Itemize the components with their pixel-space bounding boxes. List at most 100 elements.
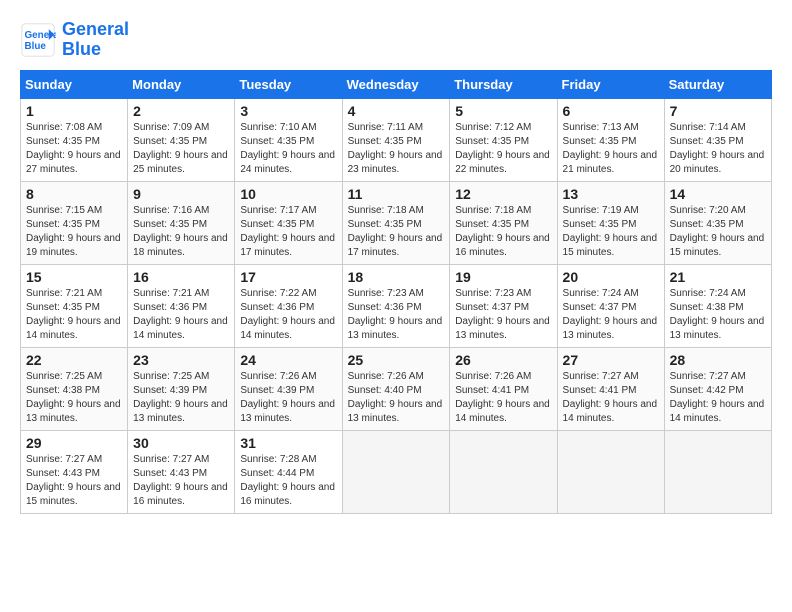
calendar-cell: 7 Sunrise: 7:14 AM Sunset: 4:35 PM Dayli… [664, 98, 771, 181]
calendar-cell: 28 Sunrise: 7:27 AM Sunset: 4:42 PM Dayl… [664, 347, 771, 430]
calendar-cell: 5 Sunrise: 7:12 AM Sunset: 4:35 PM Dayli… [450, 98, 557, 181]
day-number: 14 [670, 186, 766, 202]
day-info: Sunrise: 7:26 AM Sunset: 4:41 PM Dayligh… [455, 370, 551, 426]
day-info: Sunrise: 7:12 AM Sunset: 4:35 PM Dayligh… [455, 121, 551, 177]
weekday-header-row: SundayMondayTuesdayWednesdayThursdayFrid… [21, 70, 772, 98]
logo: General Blue GeneralBlue [20, 20, 129, 60]
calendar-cell: 8 Sunrise: 7:15 AM Sunset: 4:35 PM Dayli… [21, 181, 128, 264]
day-number: 1 [26, 103, 122, 119]
day-info: Sunrise: 7:21 AM Sunset: 4:36 PM Dayligh… [133, 287, 229, 343]
day-info: Sunrise: 7:22 AM Sunset: 4:36 PM Dayligh… [240, 287, 336, 343]
calendar-week-row: 22 Sunrise: 7:25 AM Sunset: 4:38 PM Dayl… [21, 347, 772, 430]
day-info: Sunrise: 7:15 AM Sunset: 4:35 PM Dayligh… [26, 204, 122, 260]
day-info: Sunrise: 7:18 AM Sunset: 4:35 PM Dayligh… [348, 204, 445, 260]
day-number: 2 [133, 103, 229, 119]
calendar-cell: 21 Sunrise: 7:24 AM Sunset: 4:38 PM Dayl… [664, 264, 771, 347]
day-info: Sunrise: 7:25 AM Sunset: 4:39 PM Dayligh… [133, 370, 229, 426]
calendar-cell: 9 Sunrise: 7:16 AM Sunset: 4:35 PM Dayli… [128, 181, 235, 264]
calendar-cell [342, 430, 450, 513]
day-number: 22 [26, 352, 122, 368]
day-info: Sunrise: 7:10 AM Sunset: 4:35 PM Dayligh… [240, 121, 336, 177]
day-number: 5 [455, 103, 551, 119]
day-info: Sunrise: 7:08 AM Sunset: 4:35 PM Dayligh… [26, 121, 122, 177]
calendar-week-row: 1 Sunrise: 7:08 AM Sunset: 4:35 PM Dayli… [21, 98, 772, 181]
calendar-week-row: 15 Sunrise: 7:21 AM Sunset: 4:35 PM Dayl… [21, 264, 772, 347]
day-info: Sunrise: 7:23 AM Sunset: 4:37 PM Dayligh… [455, 287, 551, 343]
day-info: Sunrise: 7:20 AM Sunset: 4:35 PM Dayligh… [670, 204, 766, 260]
day-number: 11 [348, 186, 445, 202]
calendar-cell [557, 430, 664, 513]
logo-icon: General Blue [20, 22, 56, 58]
day-info: Sunrise: 7:27 AM Sunset: 4:41 PM Dayligh… [563, 370, 659, 426]
weekday-header-monday: Monday [128, 70, 235, 98]
calendar-cell: 1 Sunrise: 7:08 AM Sunset: 4:35 PM Dayli… [21, 98, 128, 181]
day-number: 8 [26, 186, 122, 202]
day-number: 23 [133, 352, 229, 368]
logo-text: GeneralBlue [62, 20, 129, 60]
calendar-cell [664, 430, 771, 513]
day-info: Sunrise: 7:13 AM Sunset: 4:35 PM Dayligh… [563, 121, 659, 177]
day-info: Sunrise: 7:19 AM Sunset: 4:35 PM Dayligh… [563, 204, 659, 260]
day-info: Sunrise: 7:27 AM Sunset: 4:43 PM Dayligh… [133, 453, 229, 509]
calendar-cell [450, 430, 557, 513]
day-number: 25 [348, 352, 445, 368]
day-number: 7 [670, 103, 766, 119]
calendar-week-row: 29 Sunrise: 7:27 AM Sunset: 4:43 PM Dayl… [21, 430, 772, 513]
weekday-header-tuesday: Tuesday [235, 70, 342, 98]
calendar-cell: 22 Sunrise: 7:25 AM Sunset: 4:38 PM Dayl… [21, 347, 128, 430]
day-info: Sunrise: 7:28 AM Sunset: 4:44 PM Dayligh… [240, 453, 336, 509]
day-number: 3 [240, 103, 336, 119]
day-number: 6 [563, 103, 659, 119]
calendar-week-row: 8 Sunrise: 7:15 AM Sunset: 4:35 PM Dayli… [21, 181, 772, 264]
calendar-cell: 18 Sunrise: 7:23 AM Sunset: 4:36 PM Dayl… [342, 264, 450, 347]
day-info: Sunrise: 7:17 AM Sunset: 4:35 PM Dayligh… [240, 204, 336, 260]
day-info: Sunrise: 7:26 AM Sunset: 4:39 PM Dayligh… [240, 370, 336, 426]
calendar-cell: 14 Sunrise: 7:20 AM Sunset: 4:35 PM Dayl… [664, 181, 771, 264]
day-info: Sunrise: 7:14 AM Sunset: 4:35 PM Dayligh… [670, 121, 766, 177]
calendar-cell: 13 Sunrise: 7:19 AM Sunset: 4:35 PM Dayl… [557, 181, 664, 264]
day-number: 28 [670, 352, 766, 368]
calendar-table: SundayMondayTuesdayWednesdayThursdayFrid… [20, 70, 772, 514]
day-info: Sunrise: 7:23 AM Sunset: 4:36 PM Dayligh… [348, 287, 445, 343]
day-number: 4 [348, 103, 445, 119]
weekday-header-thursday: Thursday [450, 70, 557, 98]
calendar-cell: 16 Sunrise: 7:21 AM Sunset: 4:36 PM Dayl… [128, 264, 235, 347]
calendar-cell: 6 Sunrise: 7:13 AM Sunset: 4:35 PM Dayli… [557, 98, 664, 181]
day-info: Sunrise: 7:18 AM Sunset: 4:35 PM Dayligh… [455, 204, 551, 260]
day-number: 16 [133, 269, 229, 285]
calendar-cell: 23 Sunrise: 7:25 AM Sunset: 4:39 PM Dayl… [128, 347, 235, 430]
weekday-header-friday: Friday [557, 70, 664, 98]
day-info: Sunrise: 7:24 AM Sunset: 4:37 PM Dayligh… [563, 287, 659, 343]
day-number: 30 [133, 435, 229, 451]
weekday-header-wednesday: Wednesday [342, 70, 450, 98]
calendar-cell: 11 Sunrise: 7:18 AM Sunset: 4:35 PM Dayl… [342, 181, 450, 264]
day-number: 27 [563, 352, 659, 368]
svg-text:Blue: Blue [25, 41, 47, 52]
day-number: 19 [455, 269, 551, 285]
day-number: 24 [240, 352, 336, 368]
day-info: Sunrise: 7:21 AM Sunset: 4:35 PM Dayligh… [26, 287, 122, 343]
calendar-cell: 31 Sunrise: 7:28 AM Sunset: 4:44 PM Dayl… [235, 430, 342, 513]
calendar-cell: 15 Sunrise: 7:21 AM Sunset: 4:35 PM Dayl… [21, 264, 128, 347]
day-number: 13 [563, 186, 659, 202]
day-number: 20 [563, 269, 659, 285]
calendar-cell: 24 Sunrise: 7:26 AM Sunset: 4:39 PM Dayl… [235, 347, 342, 430]
day-number: 21 [670, 269, 766, 285]
day-number: 31 [240, 435, 336, 451]
day-info: Sunrise: 7:27 AM Sunset: 4:42 PM Dayligh… [670, 370, 766, 426]
weekday-header-saturday: Saturday [664, 70, 771, 98]
day-number: 29 [26, 435, 122, 451]
day-number: 10 [240, 186, 336, 202]
weekday-header-sunday: Sunday [21, 70, 128, 98]
day-info: Sunrise: 7:26 AM Sunset: 4:40 PM Dayligh… [348, 370, 445, 426]
calendar-cell: 25 Sunrise: 7:26 AM Sunset: 4:40 PM Dayl… [342, 347, 450, 430]
day-info: Sunrise: 7:24 AM Sunset: 4:38 PM Dayligh… [670, 287, 766, 343]
day-info: Sunrise: 7:27 AM Sunset: 4:43 PM Dayligh… [26, 453, 122, 509]
day-number: 18 [348, 269, 445, 285]
calendar-cell: 4 Sunrise: 7:11 AM Sunset: 4:35 PM Dayli… [342, 98, 450, 181]
calendar-cell: 2 Sunrise: 7:09 AM Sunset: 4:35 PM Dayli… [128, 98, 235, 181]
calendar-cell: 27 Sunrise: 7:27 AM Sunset: 4:41 PM Dayl… [557, 347, 664, 430]
day-number: 26 [455, 352, 551, 368]
calendar-cell: 17 Sunrise: 7:22 AM Sunset: 4:36 PM Dayl… [235, 264, 342, 347]
calendar-cell: 12 Sunrise: 7:18 AM Sunset: 4:35 PM Dayl… [450, 181, 557, 264]
